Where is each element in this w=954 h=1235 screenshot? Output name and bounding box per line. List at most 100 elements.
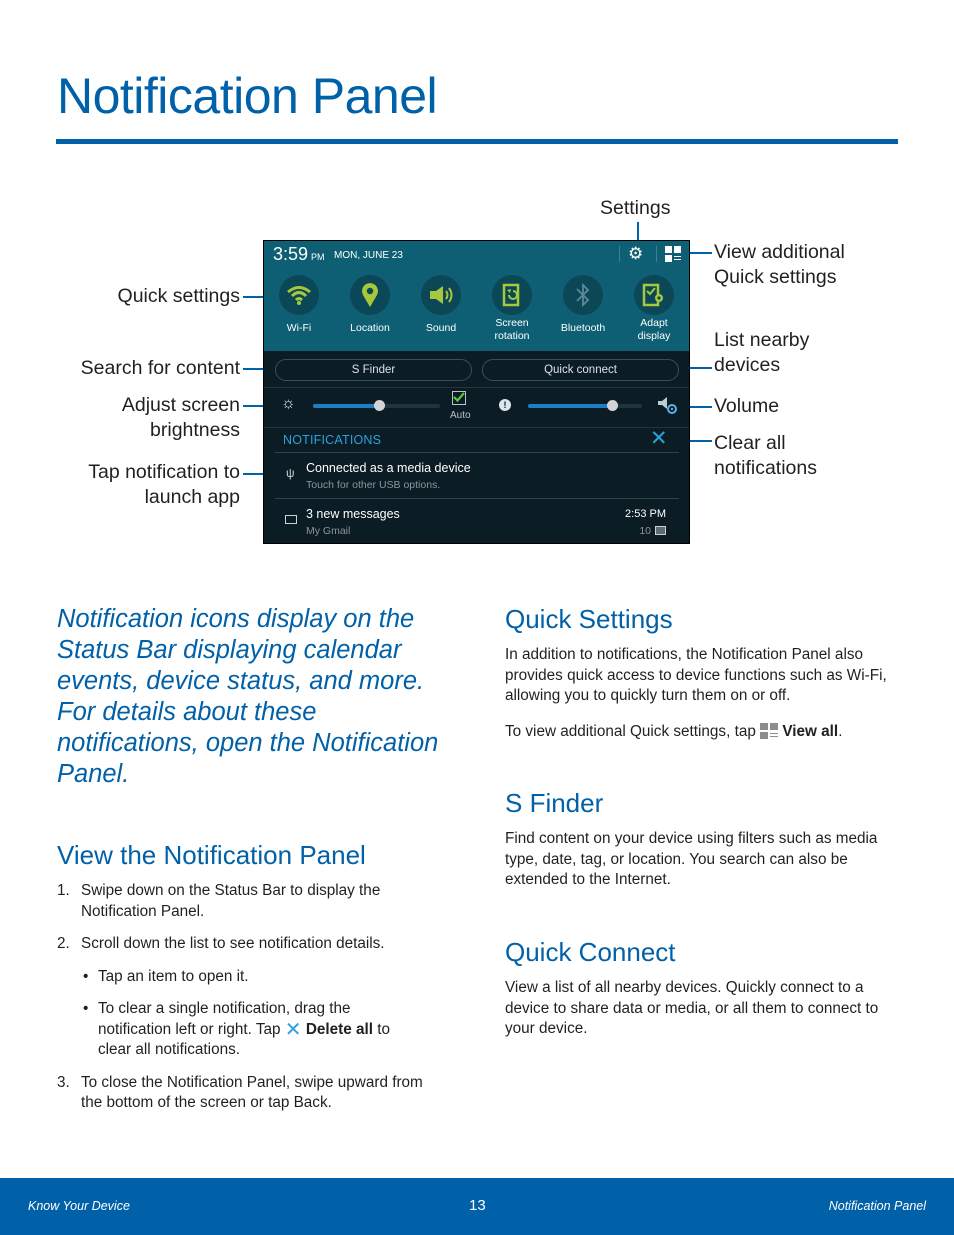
notification-subtitle: My Gmail [306, 525, 351, 537]
notification-count: 10 [639, 525, 651, 537]
status-time: 3:59 PM [273, 244, 325, 265]
mail-icon [655, 526, 666, 535]
view-panel-heading: View the Notification Panel [57, 840, 366, 870]
callout-clear-all-line2: notifications [714, 457, 817, 479]
step-number: 3. [57, 1073, 70, 1091]
footer-section-right: Notification Panel [828, 1199, 926, 1213]
checkmark-icon [453, 392, 465, 403]
notification-item-gmail[interactable]: 3 new messages My Gmail 2:53 PM 10 [264, 499, 689, 543]
page-number: 13 [469, 1197, 486, 1214]
page-title: Notification Panel [57, 68, 438, 124]
callout-list-nearby: List nearby devices [714, 328, 809, 378]
brightness-slider-fill [313, 404, 380, 408]
view-all-label: View all [782, 723, 839, 740]
qs-label: Adapt display [619, 317, 689, 343]
qs-toggle-wifi[interactable]: Wi-Fi [264, 275, 334, 335]
callout-clear-all-line1: Clear all [714, 432, 786, 454]
auto-brightness-label: Auto [450, 410, 471, 421]
adapt-display-icon [634, 275, 674, 315]
clear-all-icon[interactable]: ✕ [650, 428, 668, 449]
s-finder-para: Find content on your device using filter… [505, 830, 878, 888]
step-number: 2. [57, 935, 70, 952]
delete-all-x-icon: ✕ [284, 1018, 302, 1041]
callout-search-for-content: Search for content [80, 357, 240, 379]
footer-section-left: Know Your Device [28, 1199, 130, 1213]
location-icon [350, 275, 390, 315]
header-separator [619, 246, 620, 262]
bluetooth-icon [563, 275, 603, 315]
step-text: Swipe down on the Status Bar to display … [81, 882, 381, 920]
step-2: 2. Scroll down the list to see notificat… [57, 934, 437, 955]
s-finder-heading: S Finder [505, 788, 604, 818]
step-1: 1. Swipe down on the Status Bar to displ… [57, 881, 421, 922]
notification-subtitle: Touch for other USB options. [306, 479, 441, 491]
qs-label: Wi-Fi [286, 322, 312, 334]
qs-label-line2: display [637, 330, 671, 342]
qs-label: Bluetooth [560, 322, 606, 334]
callout-quick-settings: Quick settings [117, 285, 240, 307]
notifications-header: NOTIFICATIONS [283, 433, 382, 447]
notification-title: Connected as a media device [306, 461, 471, 475]
notification-item-usb[interactable]: ψ Connected as a media device Touch for … [264, 453, 689, 498]
intro-lead-text: Notification icons display on the Status… [57, 605, 439, 788]
callout-settings: Settings [600, 197, 671, 219]
callout-clear-all: Clear all notifications [714, 431, 817, 481]
callout-view-additional: View additional Quick settings [714, 240, 845, 290]
qs-toggle-bluetooth[interactable]: Bluetooth [548, 275, 618, 335]
callout-list-nearby-line2: devices [714, 354, 781, 376]
notification-title: 3 new messages [306, 507, 400, 521]
qs-toggle-sound[interactable]: Sound [406, 275, 476, 335]
qs-toggle-location[interactable]: Location [335, 275, 405, 335]
qs-label: Location [350, 322, 390, 334]
callout-adjust-brightness-line1: Adjust screen [121, 394, 240, 416]
screen-rotation-icon [492, 275, 532, 315]
callout-tap-notification: Tap notification to launch app [40, 460, 240, 510]
view-all-icon[interactable] [665, 246, 681, 262]
qs-label-line1: Adapt [640, 317, 668, 329]
callout-volume: Volume [714, 395, 780, 417]
title-rule [56, 139, 898, 144]
para2-pre: To view additional Quick settings, tap [505, 723, 756, 740]
quick-settings-heading: Quick Settings [505, 604, 673, 634]
volume-slider[interactable] [528, 400, 642, 411]
bullet-dot: • [83, 1000, 89, 1017]
view-all-inline-icon [760, 723, 779, 739]
bullet-2: • To clear a single notification, drag t… [57, 999, 398, 1061]
view-panel-steps: 1. Swipe down on the Status Bar to displ… [57, 881, 437, 1114]
volume-slider-thumb[interactable] [607, 400, 619, 411]
brightness-slider[interactable] [313, 400, 440, 411]
auto-brightness-checkbox[interactable] [452, 391, 466, 405]
para2-post: . [838, 723, 843, 740]
callout-adjust-brightness: Adjust screen brightness [40, 393, 240, 443]
volume-settings-icon[interactable] [657, 395, 679, 420]
quick-settings-area: 3:59 PM MON, JUNE 23 ⚙ Wi-Fi Location So… [264, 241, 689, 351]
qs-toggle-adapt-display[interactable]: Adapt display [619, 275, 689, 343]
qs-toggle-screen-rotation[interactable]: Screen rotation [477, 275, 547, 343]
qs-label-line2: rotation [494, 330, 530, 342]
divider [264, 427, 689, 428]
wifi-icon [279, 275, 319, 315]
callout-list-nearby-line1: List nearby [714, 329, 810, 351]
page-footer: Know Your Device 13 Notification Panel [0, 1178, 954, 1235]
s-finder-button[interactable]: S Finder [275, 359, 472, 381]
notification-time: 2:53 PM [625, 508, 666, 520]
sound-icon [421, 275, 461, 315]
header-separator [656, 246, 657, 262]
callout-view-additional-line2: Quick settings [714, 266, 837, 288]
brightness-slider-thumb[interactable] [374, 400, 386, 411]
bullet-text: Tap an item to open it. [98, 967, 249, 985]
quick-connect-button[interactable]: Quick connect [482, 359, 679, 381]
callout-view-additional-line1: View additional [714, 241, 845, 263]
callout-tap-notification-line1: Tap notification to [88, 461, 240, 483]
delete-all-label: Delete all [305, 1020, 373, 1038]
messages-icon [285, 515, 297, 524]
usb-icon: ψ [286, 466, 295, 480]
quick-settings-para1: In addition to notifications, the Notifi… [505, 646, 887, 704]
qs-label: Sound [425, 322, 457, 334]
bullet-1: • Tap an item to open it. [57, 967, 437, 988]
time-value: 3:59 [273, 244, 309, 264]
qs-label: Screen rotation [477, 317, 547, 343]
settings-gear-icon[interactable]: ⚙ [628, 245, 643, 263]
brightness-auto-icon: ☼ [281, 395, 296, 412]
time-ampm: PM [311, 252, 325, 262]
